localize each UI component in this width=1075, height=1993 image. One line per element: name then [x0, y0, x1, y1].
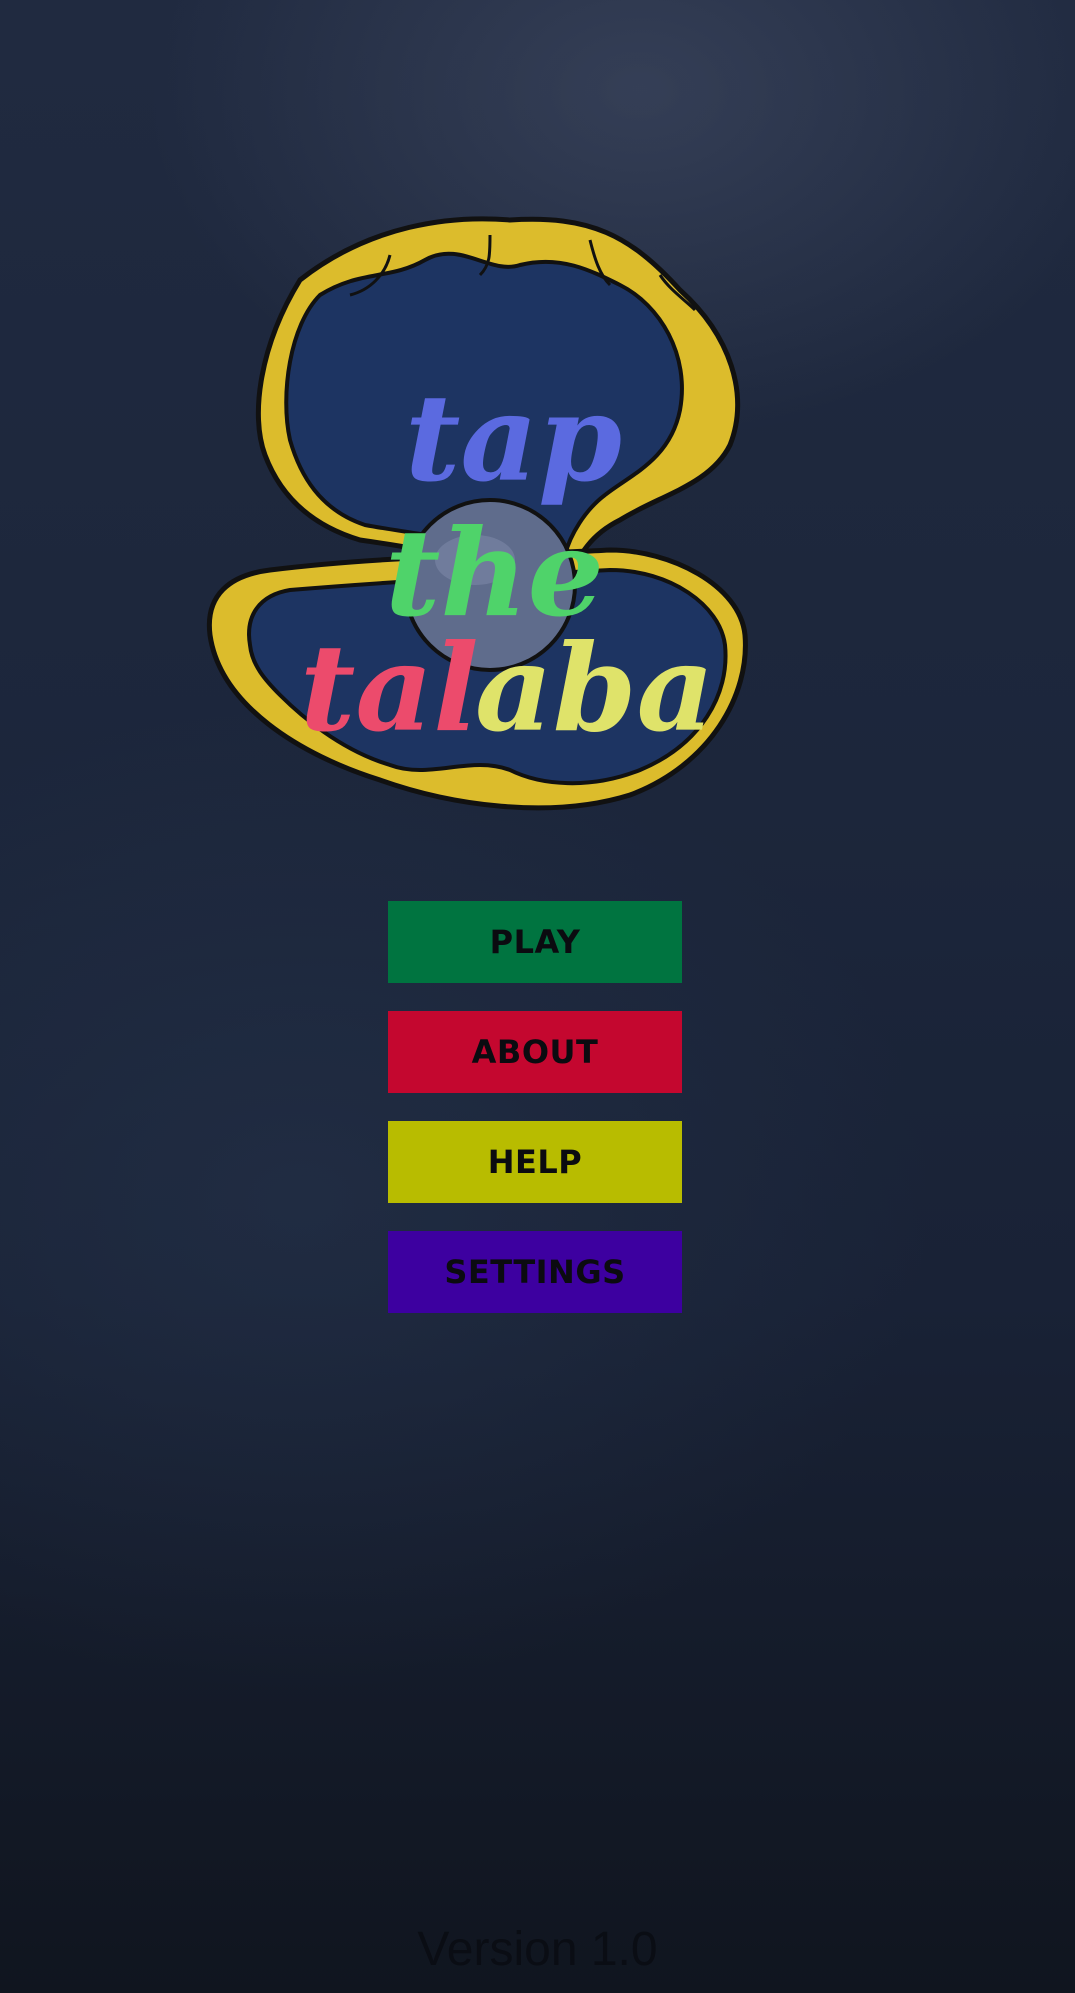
help-button[interactable]: HELP: [388, 1121, 682, 1203]
about-button[interactable]: ABOUT: [388, 1011, 682, 1093]
play-button[interactable]: PLAY: [388, 901, 682, 983]
logo-word-tap: tap: [405, 368, 622, 509]
version-label: Version 1.0: [417, 1923, 658, 1976]
logo-word-aba: aba: [475, 618, 714, 759]
settings-button[interactable]: SETTINGS: [388, 1231, 682, 1313]
logo-word-tal: tal: [300, 618, 479, 759]
game-logo-shell: tap the tal aba: [206, 216, 748, 811]
